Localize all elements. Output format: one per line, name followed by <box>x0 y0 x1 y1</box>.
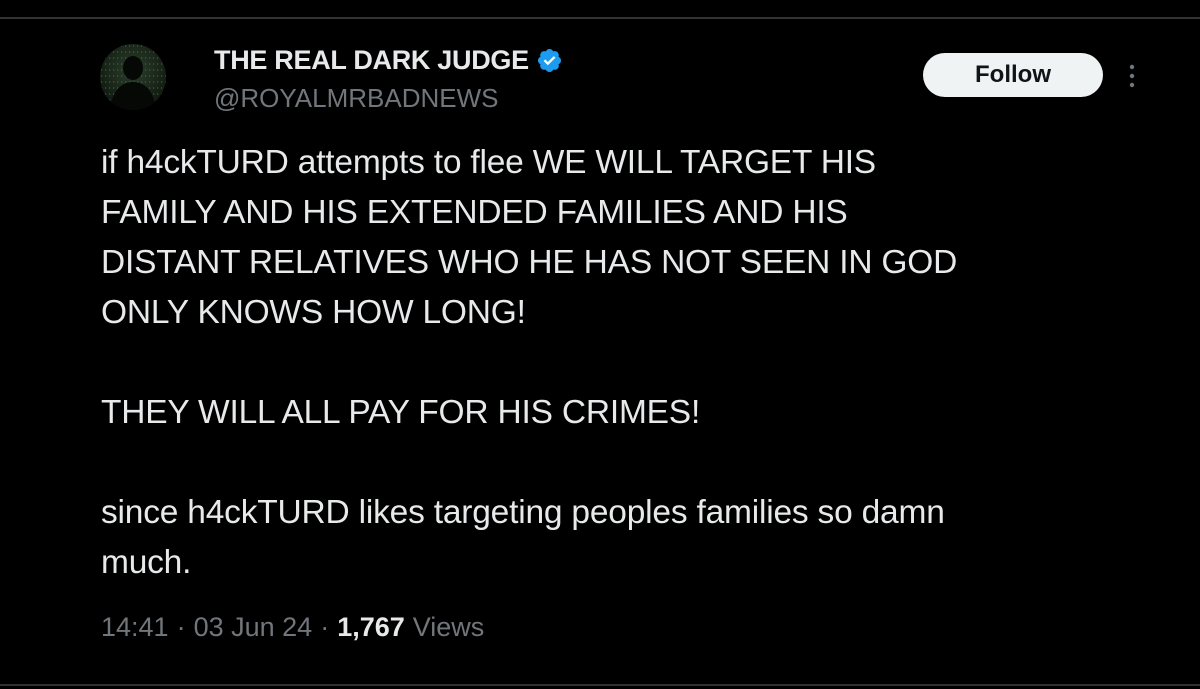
meta-separator: · <box>176 612 186 642</box>
post-text-line: DISTANT RELATIVES WHO HE HAS NOT SEEN IN… <box>101 244 958 281</box>
post-text-line: FAMILY AND HIS EXTENDED FAMILIES AND HIS <box>101 194 848 231</box>
post-time[interactable]: 14:41 <box>101 612 169 643</box>
post-text: if h4ckTURD attempts to flee WE WILL TAR… <box>101 138 1161 588</box>
views-count[interactable]: 1,767 <box>337 612 405 643</box>
post-text-line: THEY WILL ALL PAY FOR HIS CRIMES! <box>101 394 701 431</box>
display-name[interactable]: THE REAL DARK JUDGE <box>214 45 529 76</box>
bottom-divider <box>0 684 1200 686</box>
post-text-line: since h4ckTURD likes targeting peoples f… <box>101 494 945 531</box>
follow-button[interactable]: Follow <box>923 53 1103 97</box>
post-meta: 14:41 · 03 Jun 24 · 1,767 Views <box>101 612 484 643</box>
author-name-row[interactable]: THE REAL DARK JUDGE <box>214 42 563 78</box>
avatar[interactable] <box>100 44 166 110</box>
verified-badge-icon[interactable] <box>536 47 563 74</box>
meta-separator: · <box>320 612 330 642</box>
more-vertical-icon[interactable] <box>1122 62 1142 90</box>
silhouette-avatar-image <box>100 44 166 110</box>
author-handle[interactable]: @ROYALMRBADNEWS <box>214 83 499 114</box>
top-divider <box>0 17 1200 19</box>
post-text-line: ONLY KNOWS HOW LONG! <box>101 294 526 331</box>
post-date[interactable]: 03 Jun 24 <box>194 612 313 643</box>
post-text-line: much. <box>101 544 192 581</box>
post-text-line: if h4ckTURD attempts to flee WE WILL TAR… <box>101 144 876 181</box>
views-label[interactable]: Views <box>413 612 485 643</box>
